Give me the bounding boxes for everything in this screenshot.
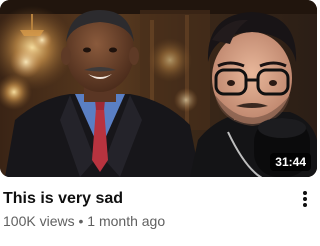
duration-badge: 31:44	[270, 153, 311, 171]
view-count: 100K views	[3, 213, 75, 229]
video-thumbnail[interactable]: 31:44	[0, 0, 317, 177]
thumbnail-image	[0, 0, 317, 177]
video-metadata: 100K views • 1 month ago	[3, 212, 165, 230]
more-actions-button[interactable]	[297, 188, 313, 210]
upload-age: 1 month ago	[87, 213, 166, 229]
meta-separator: •	[78, 213, 84, 229]
video-title[interactable]: This is very sad	[3, 189, 283, 209]
more-vert-icon	[303, 191, 307, 207]
video-details: This is very sad 100K views • 1 month ag…	[0, 186, 317, 246]
video-card[interactable]: 31:44 This is very sad 100K views • 1 mo…	[0, 0, 317, 246]
